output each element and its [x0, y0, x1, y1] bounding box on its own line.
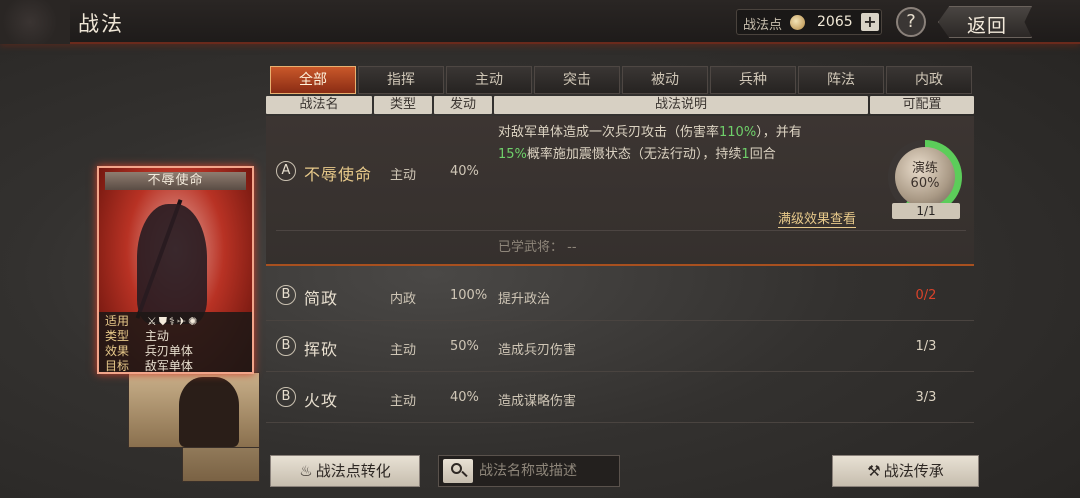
skill-rate: 50% [450, 339, 479, 354]
warrior-silhouette-icon [137, 204, 207, 324]
skill-rate: 40% [450, 164, 479, 179]
table-row[interactable]: B 挥砍 主动 50% 造成兵刃伤害 1/3 [266, 322, 974, 372]
hammer-icon: ⚒ [867, 462, 881, 480]
skill-description: 对敌军单体造成一次兵刃攻击（伤害率110%），并有 15%概率施加震慑状态（无法行… [498, 122, 878, 166]
skill-card-title: 不辱使命 [105, 172, 246, 190]
tab-troop-type[interactable]: 兵种 [710, 66, 796, 94]
grade-badge: B [276, 285, 296, 305]
desc-text: 回合 [749, 147, 776, 162]
troop-type-icons: ⚔⛊⚕✈✺ [146, 315, 200, 328]
coin-icon [790, 15, 805, 30]
tab-active[interactable]: 主动 [446, 66, 532, 94]
desc-highlight: 15% [498, 147, 527, 162]
column-header-configurable: 可配置 [870, 96, 974, 114]
card-effect-value: 兵刃单体 [144, 344, 193, 358]
tab-internal-affairs[interactable]: 内政 [886, 66, 972, 94]
search-input[interactable] [479, 460, 615, 482]
card-type-label: 类型 [105, 329, 130, 343]
skill-config-count: 1/3 [915, 339, 937, 354]
training-count: 1/1 [892, 203, 960, 219]
table-row[interactable]: B 简政 内政 100% 提升政治 0/2 [266, 271, 974, 321]
training-percent: 60% [910, 176, 940, 191]
skill-points-value: 2065 [817, 14, 853, 30]
skill-config-count: 3/3 [915, 390, 937, 405]
skill-card[interactable]: 不辱使命 适用 ⚔⛊⚕✈✺ 类型 主动 效果 兵刃单体 目标 敌军单体 [97, 166, 254, 374]
training-label: 演练 [911, 161, 938, 176]
general-silhouette-icon [179, 377, 239, 447]
grade-badge: B [276, 336, 296, 356]
tab-command[interactable]: 指挥 [358, 66, 444, 94]
card-arms-label: 适用 [105, 314, 130, 328]
column-header-type: 类型 [374, 96, 432, 114]
desc-text: 概率施加震慑状态（无法行动），持续 [526, 147, 742, 162]
back-button-label: 返回 [967, 15, 1008, 37]
skill-points-box: 战法点 2065 + [736, 9, 882, 35]
card-type-value: 主动 [144, 329, 169, 343]
skill-rate: 40% [450, 390, 479, 405]
skill-type: 内政 [390, 292, 417, 307]
inherit-skill-button[interactable]: ⚒ 战法传承 [832, 455, 979, 487]
skill-description: 造成谋略伤害 [498, 394, 577, 409]
back-button[interactable]: 返回 [938, 6, 1032, 38]
column-header-description: 战法说明 [494, 96, 868, 114]
tab-all[interactable]: 全部 [270, 66, 356, 94]
skill-table: A 不辱使命 主动 40% 对敌军单体造成一次兵刃攻击（伤害率110%），并有 1… [266, 116, 974, 446]
desc-text: ），并有 [756, 125, 802, 140]
grade-badge: A [276, 161, 296, 181]
skill-name: 挥砍 [304, 340, 339, 359]
skill-name: 简政 [304, 289, 339, 308]
table-row[interactable]: B 火攻 主动 40% 造成谋略伤害 3/3 [266, 373, 974, 423]
skill-type: 主动 [390, 343, 417, 358]
page-title: 战法 [78, 12, 124, 36]
column-header-rate: 发动 [434, 96, 492, 114]
card-effect-label: 效果 [105, 344, 130, 358]
skill-card-info: 适用 ⚔⛊⚕✈✺ 类型 主动 效果 兵刃单体 目标 敌军单体 [99, 312, 252, 372]
tab-assault[interactable]: 突击 [534, 66, 620, 94]
tab-formation[interactable]: 阵法 [798, 66, 884, 94]
card-target-line: 目标 敌军单体 [105, 359, 246, 373]
skill-config-count: 0/2 [915, 288, 937, 303]
full-effect-link[interactable]: 满级效果查看 [778, 208, 857, 228]
search-icon[interactable] [443, 459, 473, 483]
skill-description: 造成兵刃伤害 [498, 343, 577, 358]
skill-points-label: 战法点 [743, 18, 783, 33]
flame-icon: ♨ [299, 462, 313, 480]
card-effect-line: 效果 兵刃单体 [105, 344, 246, 359]
card-type-line: 类型 主动 [105, 329, 246, 344]
card-arms-line: 适用 ⚔⛊⚕✈✺ [105, 314, 246, 329]
learned-generals: 已学武将： -- [498, 236, 577, 255]
grade-badge: B [276, 387, 296, 407]
desc-highlight: 1 [741, 147, 750, 162]
card-target-label: 目标 [105, 359, 130, 373]
skill-name: 不辱使命 [304, 165, 373, 184]
add-points-button[interactable]: + [861, 13, 879, 31]
training-button[interactable]: 演练 60% [895, 147, 955, 207]
desc-text: 对敌军单体造成一次兵刃攻击（伤害率 [498, 125, 720, 140]
desc-highlight: 110% [719, 125, 757, 140]
help-button[interactable]: ? [896, 7, 926, 37]
category-tabs: 全部 指挥 主动 突击 被动 兵种 阵法 内政 [270, 66, 972, 94]
tab-passive[interactable]: 被动 [622, 66, 708, 94]
row-divider [276, 230, 966, 231]
learned-value: -- [567, 240, 577, 255]
cloud-ornament-icon [0, 0, 70, 44]
search-box [438, 455, 620, 487]
inherit-skill-label: 战法传承 [883, 462, 944, 480]
convert-points-button[interactable]: ♨ 战法点转化 [270, 455, 420, 487]
table-row-expanded[interactable]: A 不辱使命 主动 40% 对敌军单体造成一次兵刃攻击（伤害率110%），并有 1… [266, 116, 974, 266]
skill-name: 火攻 [304, 391, 339, 410]
card-back-illustration [128, 372, 260, 448]
learned-label: 已学武将： [498, 240, 564, 255]
skill-rate: 100% [450, 288, 488, 303]
skill-type: 主动 [390, 394, 417, 409]
column-header-name: 战法名 [266, 96, 372, 114]
convert-points-label: 战法点转化 [315, 462, 391, 480]
card-target-value: 敌军单体 [144, 359, 193, 373]
top-bar: 战法 战法点 2065 + ? 返回 [0, 0, 1080, 44]
skill-description: 提升政治 [498, 292, 551, 307]
skill-type: 主动 [390, 168, 417, 183]
